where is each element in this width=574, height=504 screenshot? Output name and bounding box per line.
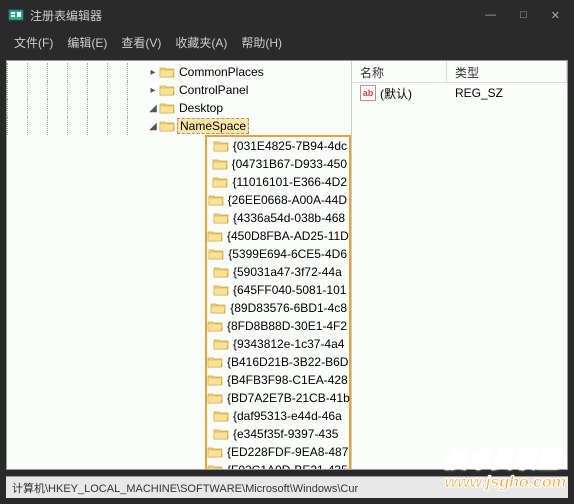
value-type: REG_SZ (447, 84, 511, 102)
folder-icon (207, 373, 223, 387)
tree-label: {5399E694-6CE5-4D6 (226, 247, 349, 261)
tree-label: {26EE0668-A00A-44D (226, 193, 349, 207)
tree-item[interactable]: {e345f35f-9397-435 (207, 425, 349, 443)
folder-icon (159, 65, 175, 79)
menu-edit[interactable]: 编辑(E) (61, 32, 113, 53)
folder-icon (210, 301, 226, 315)
folder-icon (213, 139, 229, 153)
expander-icon[interactable]: ◢ (147, 103, 159, 114)
tree-item[interactable]: {031E4825-7B94-4dc (207, 137, 349, 155)
menu-help[interactable]: 帮助(H) (235, 32, 288, 53)
folder-icon (208, 247, 224, 261)
menu-view[interactable]: 查看(V) (115, 32, 167, 53)
tree-label: {031E4825-7B94-4dc (231, 139, 349, 153)
tree-item[interactable]: {450D8FBA-AD25-11D (207, 227, 349, 245)
tree-item[interactable]: {ED228FDF-9EA8-487 (207, 443, 349, 461)
list-header: 名称 类型 (352, 61, 567, 83)
tree-item[interactable]: {F02C1A0D-BE21-435 (207, 461, 349, 469)
expander-icon[interactable]: ◢ (147, 121, 159, 132)
minimize-button[interactable]: — (479, 7, 502, 24)
list-row[interactable]: ab(默认) REG_SZ (352, 83, 567, 103)
tree-item[interactable]: {B4FB3F98-C1EA-428 (207, 371, 349, 389)
window-title: 注册表编辑器 (30, 7, 479, 24)
tree-item[interactable]: ◢ NameSpace (7, 117, 351, 135)
tree-label: {BD7A2E7B-21CB-41b (225, 391, 352, 405)
tree-label: CommonPlaces (177, 65, 266, 79)
tree-item[interactable]: {4336a54d-038b-468 (207, 209, 349, 227)
tree-item[interactable]: {B416D21B-3B22-B6D (207, 353, 349, 371)
tree-label: {645FF040-5081-101 (231, 283, 348, 297)
folder-icon (213, 409, 229, 423)
folder-icon (213, 337, 229, 351)
tree-label: {8FD8B88D-30E1-4F2 (225, 319, 349, 333)
tree-label: {59031a47-3f72-44a (231, 265, 344, 279)
folder-icon (159, 119, 175, 133)
tree-item[interactable]: {BD7A2E7B-21CB-41b (207, 389, 349, 407)
tree-item[interactable]: ◢ Desktop (7, 99, 351, 117)
menubar: 文件(F) 编辑(E) 查看(V) 收藏夹(A) 帮助(H) (0, 30, 574, 54)
tree-item[interactable]: {645FF040-5081-101 (207, 281, 349, 299)
tree-item[interactable]: {04731B67-D933-450 (207, 155, 349, 173)
folder-icon (208, 193, 224, 207)
tree-item[interactable]: ▸ ControlPanel (7, 81, 351, 99)
tree-label: {04731B67-D933-450 (230, 157, 349, 171)
list-panel: 名称 类型 ab(默认) REG_SZ (352, 61, 567, 469)
folder-icon (213, 283, 229, 297)
regedit-icon (8, 7, 24, 23)
tree-label: {F02C1A0D-BE21-435 (225, 463, 350, 469)
status-path: 计算机\HKEY_LOCAL_MACHINE\SOFTWARE\Microsof… (12, 480, 358, 496)
folder-icon (159, 83, 175, 97)
statusbar: 计算机\HKEY_LOCAL_MACHINE\SOFTWARE\Microsof… (6, 476, 568, 498)
tree-item[interactable]: {89D83576-6BD1-4c8 (207, 299, 349, 317)
tree-item[interactable]: {59031a47-3f72-44a (207, 263, 349, 281)
folder-icon (213, 427, 229, 441)
folder-icon (207, 355, 223, 369)
tree-label: {ED228FDF-9EA8-487 (225, 445, 350, 459)
tree-label: {daf95313-e44d-46a (231, 409, 344, 423)
tree-label: {89D83576-6BD1-4c8 (228, 301, 349, 315)
string-value-icon: ab (360, 85, 376, 101)
tree-item[interactable]: {8FD8B88D-30E1-4F2 (207, 317, 349, 335)
tree-item[interactable]: {9343812e-1c37-4a4 (207, 335, 349, 353)
tree-item[interactable]: ▸ CommonPlaces (7, 63, 351, 81)
folder-icon (213, 211, 229, 225)
tree-label: {B416D21B-3B22-B6D (225, 355, 350, 369)
tree-item[interactable]: {5399E694-6CE5-4D6 (207, 245, 349, 263)
folder-icon (159, 101, 175, 115)
tree-item[interactable]: {26EE0668-A00A-44D (207, 191, 349, 209)
tree-item[interactable]: {11016101-E366-4D2 (207, 173, 349, 191)
tree-label: ControlPanel (177, 83, 250, 97)
tree-item[interactable]: {daf95313-e44d-46a (207, 407, 349, 425)
expander-icon[interactable]: ▸ (147, 67, 159, 78)
tree-label: NameSpace (177, 118, 249, 134)
tree-label: {450D8FBA-AD25-11D (225, 229, 351, 243)
titlebar: 注册表编辑器 — □ ✕ (0, 0, 574, 30)
folder-icon (207, 229, 223, 243)
folder-icon (207, 445, 223, 459)
folder-icon (207, 463, 223, 469)
maximize-button[interactable]: □ (514, 7, 533, 24)
folder-icon (207, 319, 223, 333)
tree-label: {9343812e-1c37-4a4 (231, 337, 346, 351)
folder-icon (212, 175, 228, 189)
menu-file[interactable]: 文件(F) (8, 32, 59, 53)
value-name: (默认) (380, 85, 412, 102)
tree-label: {4336a54d-038b-468 (231, 211, 347, 225)
tree-panel: ▸ CommonPlaces ▸ ControlPanel ◢ Desktop ◢ NameS… (7, 61, 352, 469)
col-type[interactable]: 类型 (447, 61, 567, 82)
tree-label: {B4FB3F98-C1EA-428 (225, 373, 350, 387)
tree-label: {e345f35f-9397-435 (231, 427, 340, 441)
close-button[interactable]: ✕ (545, 7, 566, 24)
folder-icon (213, 265, 229, 279)
expander-icon[interactable]: ▸ (147, 85, 159, 96)
menu-favorites[interactable]: 收藏夹(A) (169, 32, 233, 53)
tree-label: {11016101-E366-4D2 (230, 175, 349, 189)
tree-label: Desktop (177, 101, 225, 115)
folder-icon (212, 157, 228, 171)
col-name[interactable]: 名称 (352, 61, 447, 82)
folder-icon (207, 391, 223, 405)
